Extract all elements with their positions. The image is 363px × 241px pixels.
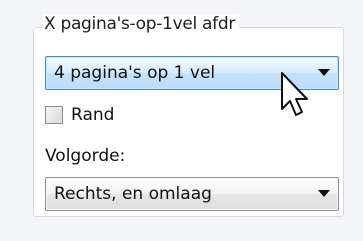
border-checkbox[interactable]	[45, 106, 63, 124]
chevron-down-icon	[318, 190, 330, 197]
border-label: Rand	[71, 105, 115, 125]
order-label: Volgorde:	[45, 146, 126, 166]
order-value: Rechts, en omlaag	[54, 184, 212, 204]
order-dropdown[interactable]: Rechts, en omlaag	[45, 177, 339, 211]
mouse-pointer-icon	[281, 72, 308, 116]
chevron-down-icon	[318, 69, 330, 76]
groupbox-title: X pagina's-op-1vel afdr	[42, 14, 240, 34]
border-option[interactable]: Rand	[45, 104, 114, 126]
print-options-panel: X pagina's-op-1vel afdr 4 pagina's op 1 …	[0, 0, 363, 241]
pages-per-sheet-value: 4 pagina's op 1 vel	[54, 63, 216, 83]
